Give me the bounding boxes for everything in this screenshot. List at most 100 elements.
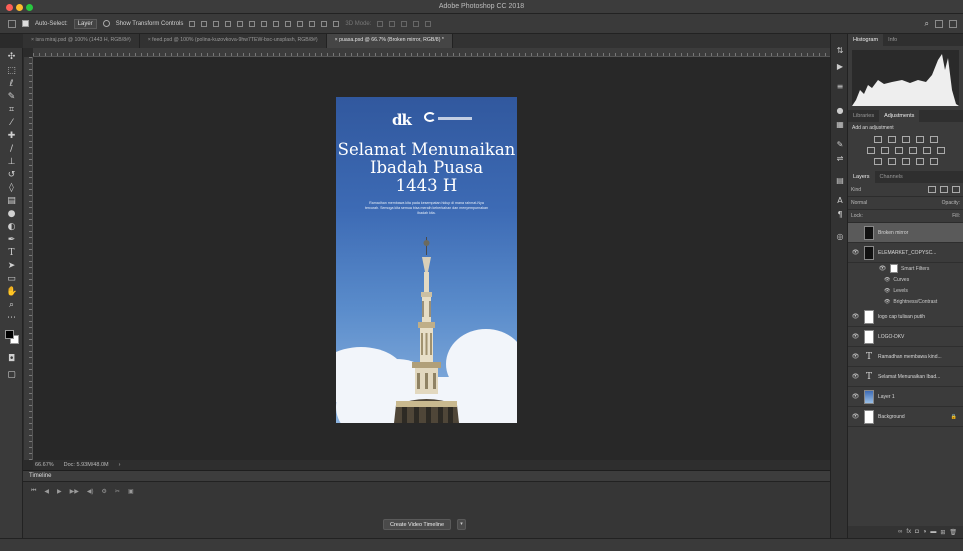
- layer-row[interactable]: 👁 Layer 1: [848, 387, 963, 407]
- properties-icon[interactable]: ≡: [835, 82, 845, 92]
- layer-row[interactable]: 👁 ELEMARKET_COPYSC...: [848, 243, 963, 263]
- clone-stamp-tool-icon[interactable]: ⊥: [6, 157, 17, 168]
- smart-filters-row[interactable]: 👁 Smart Filters: [848, 263, 963, 274]
- tab-isra-miraj[interactable]: × isra miraj.psd @ 100% (1443 H, RGB/8#): [23, 34, 140, 48]
- eraser-tool-icon[interactable]: ◊: [6, 183, 17, 194]
- brightness-contrast-icon[interactable]: [873, 136, 882, 143]
- zoom-tool-icon[interactable]: ⌕: [6, 300, 17, 311]
- split-icon[interactable]: ✂: [115, 488, 120, 495]
- lasso-tool-icon[interactable]: ℓ: [6, 79, 17, 90]
- shape-filter-icon[interactable]: [952, 186, 960, 193]
- adjustment-layer-icon[interactable]: ◑: [923, 529, 927, 535]
- align-center-icon[interactable]: [201, 20, 208, 27]
- photo-filter-icon[interactable]: [908, 147, 917, 154]
- quick-select-tool-icon[interactable]: ✎: [6, 92, 17, 103]
- 3d-scale-icon[interactable]: [425, 20, 432, 27]
- auto-select-checkbox[interactable]: [22, 20, 29, 27]
- color-lookup-icon[interactable]: [936, 147, 945, 154]
- 3d-drag-icon[interactable]: [401, 20, 408, 27]
- layer-style-icon[interactable]: fx: [906, 529, 911, 535]
- align-right-icon[interactable]: [213, 20, 220, 27]
- create-video-timeline-button[interactable]: Create Video Timeline: [383, 519, 452, 530]
- trash-icon[interactable]: 🗑: [949, 529, 957, 536]
- eye-icon[interactable]: 👁: [878, 265, 887, 272]
- distribute-middle-icon[interactable]: [273, 20, 280, 27]
- move-tool-preset-icon[interactable]: [8, 19, 16, 28]
- tab-libraries[interactable]: Libraries: [848, 110, 879, 122]
- tab-layers[interactable]: Layers: [848, 171, 875, 183]
- distribute-right-icon[interactable]: [321, 20, 328, 27]
- blend-mode-dropdown[interactable]: Normal: [851, 200, 867, 206]
- gradient-tool-icon[interactable]: ▤: [6, 196, 17, 207]
- hue-saturation-icon[interactable]: [866, 147, 875, 154]
- eye-icon[interactable]: 👁: [851, 393, 860, 400]
- eyedropper-tool-icon[interactable]: ⁄: [6, 118, 17, 129]
- distribute-top-icon[interactable]: [261, 20, 268, 27]
- smart-filter-item[interactable]: 👁 Brightness/Contrast: [848, 296, 963, 307]
- zoom-level[interactable]: 66.67%: [35, 462, 54, 468]
- 3d-orbit-icon[interactable]: [377, 20, 384, 27]
- pixel-filter-icon[interactable]: [928, 186, 936, 193]
- audio-icon[interactable]: ◀): [87, 488, 94, 495]
- add-mask-icon[interactable]: ◘: [915, 529, 919, 535]
- show-transform-checkbox[interactable]: [102, 20, 110, 27]
- layer-dropdown[interactable]: Layer: [73, 18, 97, 29]
- tab-feed[interactable]: × feed.psd @ 100% (polina-kuzovkova-9hw7…: [139, 34, 327, 48]
- color-balance-icon[interactable]: [880, 147, 889, 154]
- vibrance-icon[interactable]: [929, 136, 938, 143]
- tab-channels[interactable]: Channels: [875, 171, 908, 183]
- foreground-color-swatch[interactable]: [5, 330, 14, 339]
- eye-icon[interactable]: 👁: [851, 353, 860, 360]
- eye-icon[interactable]: 👁: [884, 299, 890, 305]
- curves-icon[interactable]: [901, 136, 910, 143]
- distribute-left-icon[interactable]: [297, 20, 304, 27]
- layer-row[interactable]: 👁 T Selamat Menunaikan Ibad...: [848, 367, 963, 387]
- tab-adjustments[interactable]: Adjustments: [879, 110, 920, 122]
- styles-panel-icon[interactable]: ▤: [835, 176, 845, 186]
- align-middle-icon[interactable]: [237, 20, 244, 27]
- timeline-type-dropdown[interactable]: ▾: [457, 519, 466, 530]
- dodge-tool-icon[interactable]: ◐: [6, 222, 17, 233]
- move-tool-icon[interactable]: ✣: [6, 52, 17, 63]
- transition-icon[interactable]: ▣: [128, 488, 134, 495]
- 3d-slide-icon[interactable]: [413, 20, 420, 27]
- paragraph-panel-icon[interactable]: ¶: [835, 210, 845, 220]
- settings-icon[interactable]: ⚙: [102, 488, 107, 495]
- rectangle-tool-icon[interactable]: ▭: [6, 274, 17, 285]
- brush-settings-icon[interactable]: ✎: [835, 140, 845, 150]
- hand-tool-icon[interactable]: ✋: [6, 287, 17, 298]
- distribute-bottom-icon[interactable]: [285, 20, 292, 27]
- tab-info[interactable]: Info: [883, 34, 902, 46]
- type-tool-icon[interactable]: T: [6, 248, 17, 259]
- 3d-roll-icon[interactable]: [389, 20, 396, 27]
- smart-filter-item[interactable]: 👁 Curves: [848, 274, 963, 285]
- new-layer-icon[interactable]: ⊞: [940, 529, 945, 536]
- previous-frame-icon[interactable]: ◀: [44, 488, 49, 495]
- layer-row[interactable]: 👁 LOGO-DKV: [848, 327, 963, 347]
- posterize-icon[interactable]: [887, 158, 896, 165]
- path-selection-tool-icon[interactable]: ➤: [6, 261, 17, 272]
- swatches-panel-icon[interactable]: ▦: [835, 120, 845, 130]
- crop-tool-icon[interactable]: ⌗: [6, 105, 17, 116]
- smart-filter-item[interactable]: 👁 Levels: [848, 285, 963, 296]
- eye-icon[interactable]: 👁: [851, 373, 860, 380]
- 3d-panel-icon[interactable]: ◎: [835, 232, 845, 242]
- brush-tool-icon[interactable]: /: [6, 144, 17, 155]
- black-white-icon[interactable]: [894, 147, 903, 154]
- healing-brush-tool-icon[interactable]: ✚: [6, 131, 17, 142]
- search-icon[interactable]: ⌕: [925, 19, 929, 29]
- gradient-map-icon[interactable]: [915, 158, 924, 165]
- layer-row[interactable]: 👁 logo cap tulisan putih: [848, 307, 963, 327]
- more-tools-icon[interactable]: ⋯: [6, 313, 17, 324]
- character-panel-icon[interactable]: A: [835, 196, 845, 206]
- blur-tool-icon[interactable]: ●: [6, 209, 17, 220]
- align-bottom-icon[interactable]: [249, 20, 256, 27]
- align-left-icon[interactable]: [189, 20, 196, 27]
- eye-icon[interactable]: 👁: [851, 413, 860, 420]
- distribute-center-icon[interactable]: [309, 20, 316, 27]
- color-panel-icon[interactable]: ●: [835, 106, 845, 116]
- status-menu-arrow-icon[interactable]: ›: [119, 462, 121, 468]
- document-canvas[interactable]: dk Selamat Menunaikan Ibadah Puasa 1443 …: [336, 97, 517, 423]
- screen-mode-icon[interactable]: ▢: [6, 370, 17, 381]
- brushes-panel-icon[interactable]: ⇌: [835, 154, 845, 164]
